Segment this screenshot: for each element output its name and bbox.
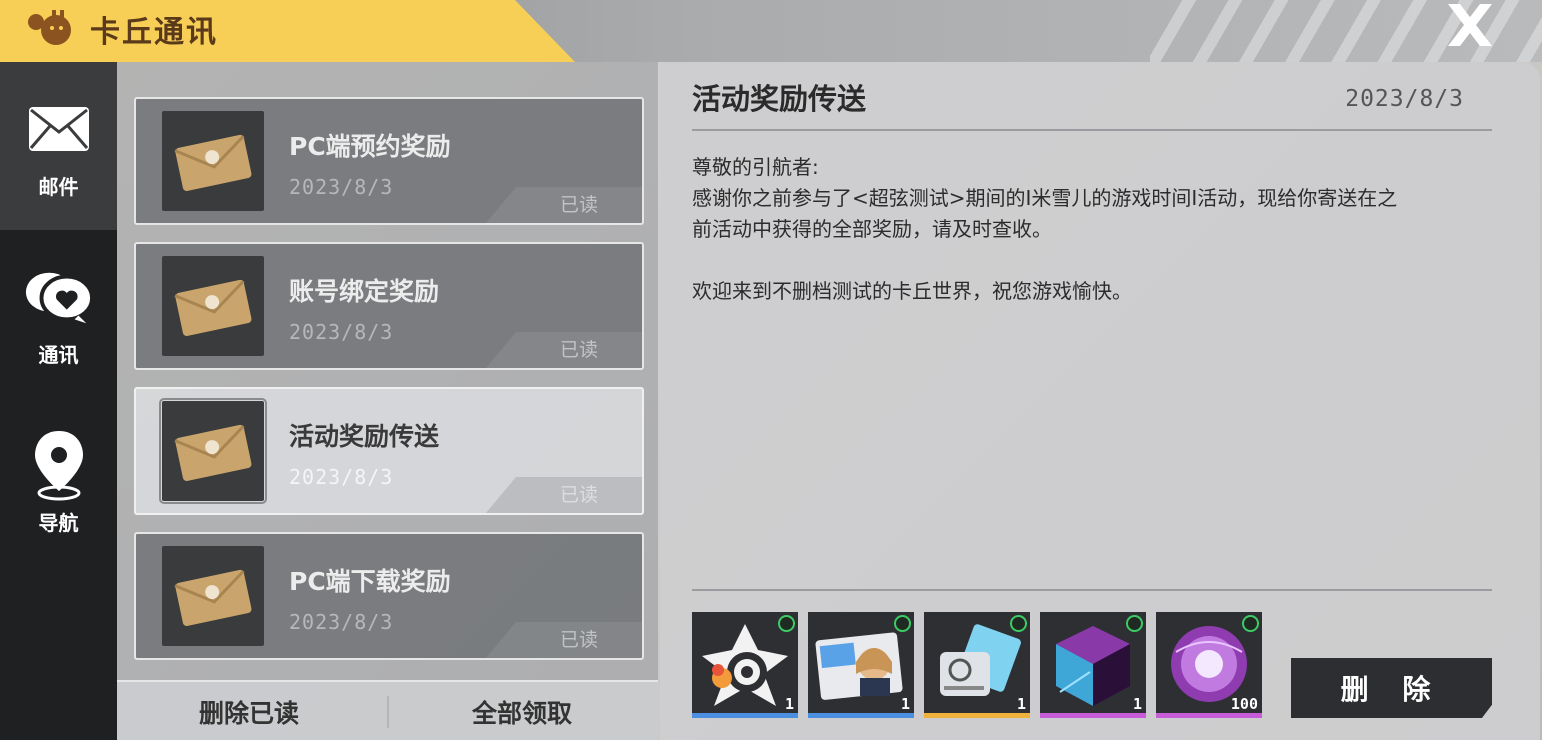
- read-status-label: 已读: [559, 629, 598, 651]
- reward-quantity: 1: [1016, 695, 1026, 713]
- claim-all-button[interactable]: 全部领取: [472, 694, 572, 730]
- reward-item[interactable]: 1: [1040, 612, 1146, 718]
- detail-title: 活动奖励传送: [692, 82, 867, 116]
- reward-quantity: 1: [1132, 695, 1142, 713]
- reward-quantity: 1: [900, 695, 910, 713]
- mail-list-panel: PC端预约奖励 2023/8/3 已读 账号绑定奖励 2023/8/3 已读 活…: [117, 62, 658, 740]
- sidebar-item-chat[interactable]: 通讯: [0, 230, 117, 398]
- close-button[interactable]: [1440, 0, 1500, 52]
- reward-quantity: 100: [1230, 695, 1258, 713]
- mail-title: PC端预约奖励: [289, 132, 451, 161]
- reward-item[interactable]: 1: [692, 612, 798, 718]
- envelope-thumbnail-icon: [162, 256, 264, 356]
- footer-divider: [387, 696, 389, 728]
- envelope-thumbnail-icon: [162, 546, 264, 646]
- mail-list-footer: 删除已读 全部领取: [117, 680, 658, 740]
- reward-quantity: 1: [784, 695, 794, 713]
- read-status-label: 已读: [559, 194, 598, 216]
- reward-item[interactable]: 1: [808, 612, 914, 718]
- title-banner: [0, 0, 575, 62]
- claimed-check-icon: [1010, 615, 1027, 632]
- chat-heart-icon: [24, 261, 94, 333]
- sidebar-item-label: 导航: [38, 510, 79, 535]
- reward-item[interactable]: 1: [924, 612, 1030, 718]
- mail-body-line: 感谢你之前参与了<超弦测试>期间的I米雪儿的游戏时间I活动，现给你寄送在之: [692, 186, 1398, 210]
- mail-title: 账号绑定奖励: [289, 277, 440, 306]
- envelope-icon: [24, 93, 94, 165]
- mail-date: 2023/8/3: [289, 175, 394, 199]
- claimed-check-icon: [1126, 615, 1143, 632]
- mail-title: 活动奖励传送: [289, 422, 440, 451]
- rarity-bar: [808, 713, 914, 718]
- read-status-label: 已读: [559, 339, 598, 361]
- read-status-label: 已读: [559, 484, 598, 506]
- sidebar-item-navigation[interactable]: 导航: [0, 398, 117, 566]
- sidebar: 邮件 通讯 导航: [0, 62, 117, 740]
- envelope-thumbnail-icon: [162, 111, 264, 211]
- sidebar-item-label: 通讯: [38, 342, 79, 367]
- divider: [692, 129, 1492, 131]
- mail-list-item-selected[interactable]: 活动奖励传送 2023/8/3 已读: [134, 387, 644, 515]
- sidebar-item-label: 邮件: [38, 174, 79, 199]
- reward-item[interactable]: 100: [1156, 612, 1262, 718]
- mail-detail-panel: 活动奖励传送 2023/8/3 尊敬的引航者: 感谢你之前参与了<超弦测试>期间…: [660, 62, 1540, 740]
- mail-list-item[interactable]: PC端下载奖励 2023/8/3 已读: [134, 532, 644, 660]
- envelope-thumbnail-icon: [159, 398, 267, 504]
- mail-list-item[interactable]: PC端预约奖励 2023/8/3 已读: [134, 97, 644, 225]
- mail-body: 尊敬的引航者: 感谢你之前参与了<超弦测试>期间的I米雪儿的游戏时间I活动，现给…: [692, 152, 1492, 307]
- mail-greeting: 尊敬的引航者:: [692, 155, 819, 179]
- mascot-logo-icon: [26, 8, 76, 48]
- delete-read-button[interactable]: 删除已读: [199, 694, 299, 730]
- mail-date: 2023/8/3: [289, 610, 394, 634]
- rarity-bar: [1156, 713, 1262, 718]
- mail-body-line: 前活动中获得的全部奖励，请及时查收。: [692, 217, 1052, 241]
- delete-button[interactable]: 删 除: [1291, 658, 1492, 718]
- mail-list-item[interactable]: 账号绑定奖励 2023/8/3 已读: [134, 242, 644, 370]
- app-title: 卡丘通讯: [90, 15, 218, 50]
- divider: [692, 589, 1492, 591]
- mail-date: 2023/8/3: [289, 465, 394, 489]
- map-pin-icon: [24, 429, 94, 501]
- mail-title: PC端下载奖励: [289, 567, 451, 596]
- close-x-icon: [1448, 4, 1492, 46]
- rarity-bar: [692, 713, 798, 718]
- rarity-bar: [1040, 713, 1146, 718]
- sidebar-item-mail[interactable]: 邮件: [0, 62, 117, 230]
- claimed-check-icon: [778, 615, 795, 632]
- mail-body-line: 欢迎来到不删档测试的卡丘世界，祝您游戏愉快。: [692, 279, 1132, 303]
- claimed-check-icon: [894, 615, 911, 632]
- detail-date: 2023/8/3: [1345, 86, 1464, 112]
- claimed-check-icon: [1242, 615, 1259, 632]
- mail-date: 2023/8/3: [289, 320, 394, 344]
- rarity-bar: [924, 713, 1030, 718]
